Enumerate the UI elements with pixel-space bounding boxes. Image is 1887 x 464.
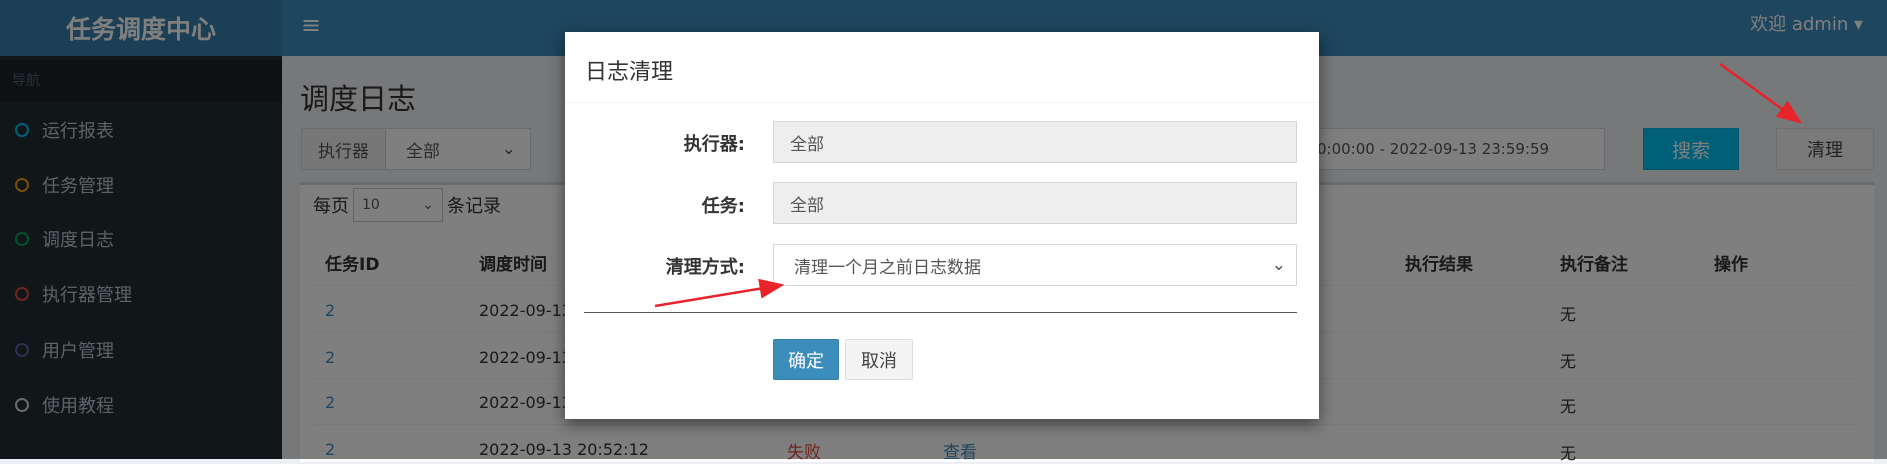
modal-header: 日志清理 xyxy=(565,32,1319,103)
cancel-button[interactable]: 取消 xyxy=(845,339,913,380)
clean-type-value: 清理一个月之前日志数据 xyxy=(794,257,981,278)
log-clean-modal: 日志清理 执行器: 全部 任务: 全部 清理方式: 清理一个月之前日志数据 ⌄ … xyxy=(565,32,1319,419)
executor-field: 全部 xyxy=(773,121,1297,163)
form-divider xyxy=(584,312,1297,313)
modal-title: 日志清理 xyxy=(585,60,674,85)
job-label: 任务: xyxy=(701,196,745,217)
clean-type-select[interactable]: 清理一个月之前日志数据 ⌄ xyxy=(773,244,1297,286)
chevron-down-icon: ⌄ xyxy=(1271,255,1286,275)
confirm-button[interactable]: 确定 xyxy=(773,339,839,380)
executor-label: 执行器: xyxy=(683,134,745,155)
job-field: 全部 xyxy=(773,182,1297,224)
clean-type-label: 清理方式: xyxy=(665,257,745,278)
